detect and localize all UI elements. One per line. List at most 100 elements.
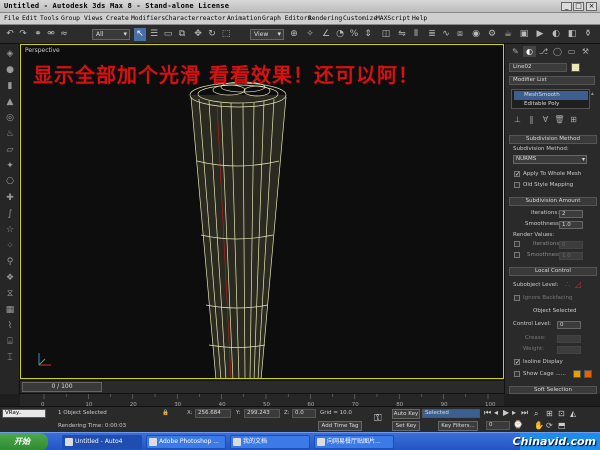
- remove-modifier-icon[interactable]: 🗑: [553, 114, 566, 125]
- play-icon[interactable]: ▶: [503, 408, 509, 417]
- menu-character[interactable]: Character: [165, 15, 199, 22]
- rollout-subdivision-method[interactable]: Subdivision Method: [509, 135, 597, 144]
- percent-snap-icon[interactable]: %: [348, 28, 360, 41]
- x-coordinate-field[interactable]: 256.684: [195, 409, 231, 418]
- menu-views[interactable]: Views: [84, 15, 103, 22]
- crease-spinner[interactable]: [557, 335, 581, 343]
- control-level-spinner[interactable]: 0: [557, 321, 581, 329]
- rotate-icon[interactable]: ↻: [206, 28, 218, 41]
- arc-rotate-icon[interactable]: ⟳: [546, 421, 553, 430]
- isoline-display-checkbox[interactable]: ✓: [514, 359, 520, 366]
- schematic-view-icon[interactable]: ⧈: [454, 28, 466, 41]
- create-door-icon[interactable]: ⌸: [3, 336, 17, 348]
- perspective-viewport[interactable]: Perspective 显示全部加个光滑 看看效果！还可以阿！: [20, 44, 504, 379]
- display-tab-icon[interactable]: ▭: [565, 46, 578, 57]
- create-torus-icon[interactable]: ◎: [3, 112, 17, 124]
- maximize-button[interactable]: □: [573, 2, 584, 11]
- iterations-spinner[interactable]: 2: [559, 210, 583, 218]
- curve-editor-icon[interactable]: ∿: [440, 28, 452, 41]
- create-cylinder-icon[interactable]: ▮: [3, 80, 17, 92]
- selection-filter-dropdown[interactable]: All: [92, 29, 130, 40]
- menu-file[interactable]: File: [4, 15, 19, 22]
- create-dynamics-icon[interactable]: ❖: [3, 272, 17, 284]
- quick-render-icon[interactable]: ☕: [502, 28, 514, 41]
- ignore-backfacing-checkbox[interactable]: [514, 295, 520, 301]
- render-scene-icon[interactable]: ⚙: [486, 28, 498, 41]
- old-style-mapping-checkbox[interactable]: [514, 182, 520, 188]
- create-box-icon[interactable]: ◈: [3, 48, 17, 60]
- mirror-icon[interactable]: ⇋: [396, 28, 408, 41]
- rollout-subdivision-amount[interactable]: Subdivision Amount: [509, 197, 597, 206]
- time-slider-knob[interactable]: 0 / 100: [22, 382, 102, 392]
- layer-manager-icon[interactable]: ≣: [426, 28, 438, 41]
- render-frame-icon[interactable]: ◧: [566, 28, 578, 41]
- align-icon[interactable]: ⫴: [410, 28, 422, 41]
- subdivision-method-dropdown[interactable]: NURMS: [513, 155, 587, 164]
- key-icon[interactable]: ⚿: [374, 413, 382, 424]
- scale-icon[interactable]: ⬚: [220, 28, 232, 41]
- add-time-tag-button[interactable]: Add Time Tag: [318, 421, 362, 431]
- prev-frame-icon[interactable]: ◂: [494, 408, 498, 417]
- menu-tools[interactable]: Tools: [40, 15, 59, 22]
- auto-key-mode-dropdown[interactable]: Selected: [422, 409, 480, 418]
- select-manipulate-icon[interactable]: ✧: [304, 28, 316, 41]
- window-crossing-icon[interactable]: ⧉: [176, 28, 188, 41]
- time-config-icon[interactable]: ⌚: [513, 420, 523, 429]
- minimize-button[interactable]: _: [561, 2, 572, 11]
- y-coordinate-field[interactable]: 299.243: [244, 409, 280, 418]
- rollout-local-control[interactable]: Local Control: [509, 267, 597, 276]
- zoom-all-icon[interactable]: ⊞: [546, 409, 553, 418]
- menu-maxscript[interactable]: MAXScript: [376, 15, 410, 22]
- render-last-icon[interactable]: ▶: [534, 28, 546, 41]
- maximize-viewport-icon[interactable]: ⬒: [558, 421, 566, 430]
- pivot-center-icon[interactable]: ⊕: [288, 28, 300, 41]
- bind-spacewarp-icon[interactable]: ≈: [58, 28, 70, 41]
- create-helper-icon[interactable]: ✚: [3, 192, 17, 204]
- viewport-label[interactable]: Perspective: [25, 47, 60, 54]
- taskbar-item-3dsmax[interactable]: Untitled - Auto4: [62, 435, 142, 449]
- current-frame-field[interactable]: 0: [486, 421, 510, 430]
- taskbar-item-documents[interactable]: 我的文档: [230, 435, 310, 449]
- select-object-icon[interactable]: ↖: [134, 28, 146, 41]
- create-camera-icon[interactable]: ⎔: [3, 176, 17, 188]
- edge-level-icon[interactable]: ◿: [575, 280, 581, 289]
- redo-icon[interactable]: ↷: [17, 28, 29, 41]
- snap-3d-icon[interactable]: ∠: [320, 28, 332, 41]
- utilities-tab-icon[interactable]: ⚒: [579, 46, 592, 57]
- menu-graph-editors[interactable]: Graph Editors: [262, 15, 311, 22]
- stack-item-meshsmooth[interactable]: MeshSmooth: [514, 91, 588, 100]
- apply-whole-mesh-checkbox[interactable]: ✓: [514, 171, 520, 178]
- reference-coord-dropdown[interactable]: View: [250, 29, 284, 40]
- create-nurbs-icon[interactable]: ⌇: [3, 320, 17, 332]
- move-icon[interactable]: ✥: [192, 28, 204, 41]
- render-type-icon[interactable]: ▣: [518, 28, 530, 41]
- menu-create[interactable]: Create: [106, 15, 129, 22]
- zoom-icon[interactable]: ⌕: [534, 409, 538, 419]
- object-name-field[interactable]: Line02: [509, 63, 567, 72]
- lock-selection-icon[interactable]: 🔒: [162, 410, 169, 416]
- taskbar-item-browser[interactable]: 向网易餐厅贴图片...: [314, 435, 394, 449]
- menu-modifiers[interactable]: Modifiers: [131, 15, 165, 22]
- render-iterations-checkbox[interactable]: [514, 241, 520, 247]
- render-smoothness-checkbox[interactable]: [514, 252, 520, 258]
- material-editor-icon[interactable]: ◉: [470, 28, 482, 41]
- render-iterations-spinner[interactable]: 0: [559, 241, 583, 249]
- select-by-name-icon[interactable]: ☰: [148, 28, 160, 41]
- create-stairs-icon[interactable]: ⌶: [3, 352, 17, 364]
- maxscript-listener-field[interactable]: VRay..: [2, 409, 46, 418]
- goto-end-icon[interactable]: ⏭: [521, 408, 528, 418]
- auto-key-button[interactable]: Auto Key: [392, 409, 420, 419]
- stack-item-editable-poly[interactable]: Editable Poly: [514, 100, 588, 109]
- undo-icon[interactable]: ↶: [4, 28, 16, 41]
- rect-selection-icon[interactable]: ▭: [162, 28, 174, 41]
- create-light-icon[interactable]: ✦: [3, 160, 17, 172]
- start-button[interactable]: 开始: [0, 433, 48, 450]
- create-plane-icon[interactable]: ▱: [3, 144, 17, 156]
- zoom-extents-icon[interactable]: ⊡: [558, 409, 565, 418]
- create-sphere-icon[interactable]: ●: [3, 64, 17, 76]
- key-filters-button[interactable]: Key Filters...: [438, 421, 478, 431]
- menu-customize[interactable]: Customize: [343, 15, 377, 22]
- show-end-result-icon[interactable]: ‖: [525, 114, 538, 125]
- menu-reactor[interactable]: reactor: [199, 15, 226, 22]
- modify-tab-icon[interactable]: ◐: [523, 46, 536, 57]
